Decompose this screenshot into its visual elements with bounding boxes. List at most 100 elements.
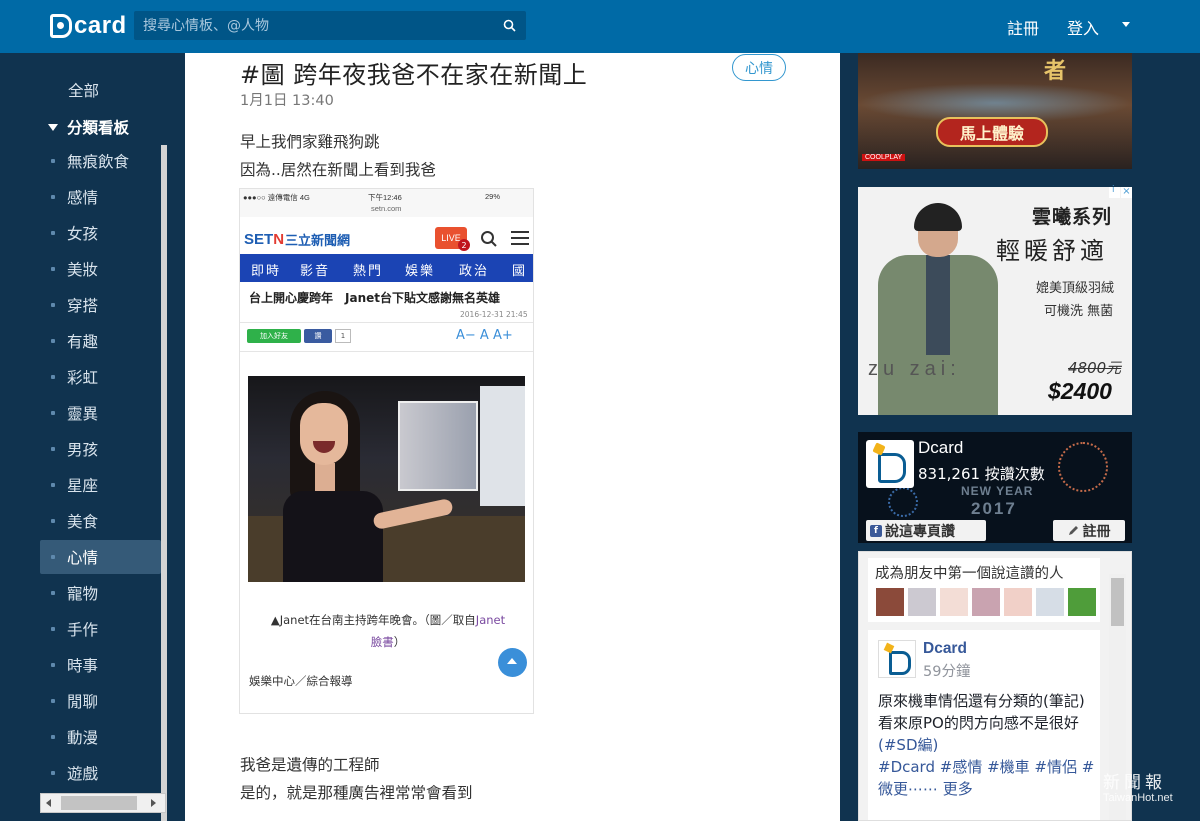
sidebar-item[interactable]: 有趣	[40, 324, 161, 358]
setn-nav-tab: 國	[512, 264, 528, 279]
post-time[interactable]: 59分鐘	[923, 660, 970, 681]
sidebar-item-label: 有趣	[67, 333, 99, 351]
sidebar-item[interactable]: 心情	[40, 540, 161, 574]
register-link[interactable]: 註冊	[1007, 15, 1039, 39]
facebook-icon: f	[870, 524, 882, 537]
sidebar-item[interactable]: 感情	[40, 180, 161, 214]
like-count: 1	[335, 329, 351, 343]
ad-brand: zu zai:	[868, 358, 961, 380]
sidebar-category-header[interactable]: 分類看板	[48, 116, 129, 138]
clothing-ad-banner[interactable]: 雲曦系列 輕暖舒適 媲美頂級羽絨 可機洗 無菌 zu zai: 4800元 $2…	[858, 187, 1132, 415]
post-author-name[interactable]: Dcard	[923, 640, 967, 658]
like-page-label: 說這專頁讚	[885, 523, 955, 540]
post-paragraph: 我爸是遺傳的工程師	[240, 756, 380, 774]
year-text: 2017	[971, 499, 1017, 518]
caption-text: ）	[393, 635, 406, 649]
sidebar-item-label: 彩虹	[67, 369, 99, 387]
login-link[interactable]: 登入	[1067, 15, 1099, 39]
sidebar-item-label: 男孩	[67, 441, 99, 459]
game-ad-brand: COOLPLAY	[862, 154, 906, 161]
friend-avatar[interactable]	[876, 588, 904, 616]
bullet-icon	[51, 195, 55, 199]
like-page-button[interactable]: f 說這專頁讚	[866, 520, 986, 541]
search-input[interactable]	[134, 11, 492, 40]
sidebar-item[interactable]: 穿搭	[40, 288, 161, 322]
friends-like-box: 成為朋友中第一個說這讚的人	[868, 558, 1100, 622]
sidebar-item[interactable]: 無痕飲食	[40, 144, 161, 178]
sidebar-item[interactable]: 彩虹	[40, 360, 161, 394]
sidebar-horizontal-scrollbar[interactable]	[40, 793, 166, 813]
friend-avatar[interactable]	[1068, 588, 1096, 616]
board-tag[interactable]: 心情	[732, 54, 786, 81]
sidebar-item[interactable]: 手作	[40, 612, 161, 646]
friend-avatar[interactable]	[908, 588, 936, 616]
sidebar-item[interactable]: 寵物	[40, 576, 161, 610]
sidebar-item-label: 手作	[67, 621, 99, 639]
scroll-right-icon[interactable]	[151, 799, 156, 807]
sidebar-item[interactable]: 女孩	[40, 216, 161, 250]
friend-avatar[interactable]	[1036, 588, 1064, 616]
sidebar-item-label: 無痕飲食	[67, 153, 130, 171]
sidebar-item[interactable]: 靈異	[40, 396, 161, 430]
chevron-down-icon[interactable]	[1122, 22, 1130, 27]
sidebar-item[interactable]: 美妝	[40, 252, 161, 286]
register-button[interactable]: 註冊	[1053, 520, 1125, 541]
page-name[interactable]: Dcard	[918, 438, 963, 458]
photo-person	[278, 391, 454, 582]
status-url: setn.com	[371, 204, 402, 213]
scroll-left-icon[interactable]	[46, 799, 51, 807]
status-carrier: ●●●○○ 遠傳電信 4G	[243, 193, 310, 202]
status-battery: 29%	[485, 192, 501, 201]
search-button[interactable]	[492, 11, 526, 40]
share-bar: 加入好友 讚 1	[247, 329, 351, 343]
firework-decoration	[1058, 442, 1108, 492]
page-avatar[interactable]	[866, 440, 914, 488]
live-count-badge: 2	[458, 239, 470, 251]
setn-logo: SETN	[244, 231, 285, 248]
sidebar-item-label: 美妝	[67, 261, 99, 279]
caption-link: Janet	[475, 613, 506, 627]
setn-nav-tab: 即時	[251, 264, 282, 279]
photo-caption: ▲Janet在台南主持跨年晚會。（圖／取自Janet 臉書）	[248, 609, 528, 653]
news-photo	[248, 376, 525, 582]
sidebar-item[interactable]: 時事	[40, 648, 161, 682]
bullet-icon	[51, 447, 55, 451]
bullet-icon	[51, 771, 55, 775]
scroll-thumb[interactable]	[61, 796, 137, 810]
watermark-site: TaiwanHot.net	[1103, 792, 1173, 804]
scroll-top-icon	[498, 648, 527, 677]
sidebar-item[interactable]: 閒聊	[40, 684, 161, 718]
friend-avatar[interactable]	[1004, 588, 1032, 616]
sidebar-item[interactable]: 遊戲	[40, 756, 161, 790]
friend-avatar[interactable]	[972, 588, 1000, 616]
ad-info-icon[interactable]	[1109, 185, 1120, 198]
post-paragraph: 因為..居然在新聞上看到我爸	[240, 161, 436, 179]
scroll-thumb[interactable]	[1111, 578, 1124, 626]
sidebar-scrollbar[interactable]	[161, 145, 167, 821]
sidebar-item[interactable]: 男孩	[40, 432, 161, 466]
search-icon	[503, 19, 516, 32]
post-author-avatar[interactable]	[878, 640, 916, 678]
friend-avatar[interactable]	[940, 588, 968, 616]
sidebar-item[interactable]: 動漫	[40, 720, 161, 754]
dcard-logo[interactable]: card	[50, 11, 127, 41]
ad-tagline: 輕暖舒適	[996, 237, 1108, 265]
close-icon[interactable]: ×	[1121, 187, 1132, 198]
sidebar-item[interactable]: 星座	[40, 468, 161, 502]
status-time: 下午12:46	[368, 193, 402, 202]
caret-down-icon	[48, 123, 58, 131]
see-more-link[interactable]: 微更⋯⋯ 更多	[878, 780, 973, 798]
post-hashtag[interactable]: (#SD編)	[878, 736, 938, 754]
category-header-label: 分類看板	[67, 119, 130, 137]
post-hashtags[interactable]: #Dcard #感情 #機車 #情侶 #	[878, 758, 1094, 776]
game-ad-button[interactable]: 馬上體驗	[936, 117, 1048, 147]
watermark-title: 新聞報	[1103, 773, 1166, 793]
dcard-logo-icon	[50, 14, 72, 38]
news-source: 娛樂中心／綜合報導	[249, 674, 353, 688]
sidebar-item-all[interactable]: 全部	[68, 79, 99, 101]
sidebar-item[interactable]: 美食	[40, 504, 161, 538]
ad-feature: 媲美頂級羽絨	[1036, 281, 1115, 296]
setn-site-name: 三立新聞網	[285, 234, 351, 249]
bullet-icon	[51, 555, 55, 559]
game-ad-banner[interactable]: 者 馬上體驗 COOLPLAY	[858, 53, 1132, 169]
